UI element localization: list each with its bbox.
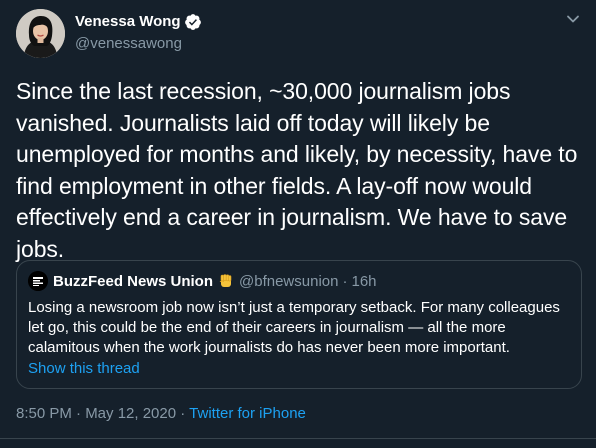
quoted-tweet[interactable]: BuzzFeed News Union @bfnewsunion · 16h L… [16,260,582,389]
tweet-meta: 8:50 PM · May 12, 2020 · Twitter for iPh… [16,404,306,424]
quoted-tweet-text: Losing a newsroom job now isn’t just a t… [28,299,560,356]
quoted-tweet-header: BuzzFeed News Union @bfnewsunion · 16h [28,271,377,291]
bfnews-logo-icon [28,271,48,291]
quoted-separator: · [342,272,348,290]
tweet-text: Since the last recession, ~30,000 journa… [16,78,578,262]
quoted-timestamp: 16h [351,272,377,290]
show-thread-link[interactable]: Show this thread [28,359,140,379]
profile-photo-icon [16,9,65,58]
quoted-author-avatar [28,271,48,291]
author-display-name[interactable]: Venessa Wong [75,12,181,32]
quoted-author-handle: @bfnewsunion [239,272,339,290]
author-avatar[interactable] [16,9,65,58]
raised-fist-icon [217,272,235,290]
tweet-card: Venessa Wong @venessawong Since the last… [0,0,596,448]
chevron-down-icon[interactable] [566,12,580,26]
author-block: Venessa Wong @venessawong [75,12,202,54]
author-name-row: Venessa Wong [75,12,202,32]
verified-badge-icon [184,13,202,31]
tweet-source-link[interactable]: Twitter for iPhone [189,405,306,422]
tweet-timestamp[interactable]: 8:50 PM · May 12, 2020 [16,405,176,422]
divider [0,438,596,439]
quoted-author-name: BuzzFeed News Union [53,272,214,290]
author-handle[interactable]: @venessawong [75,34,202,54]
meta-separator: · [176,405,190,422]
